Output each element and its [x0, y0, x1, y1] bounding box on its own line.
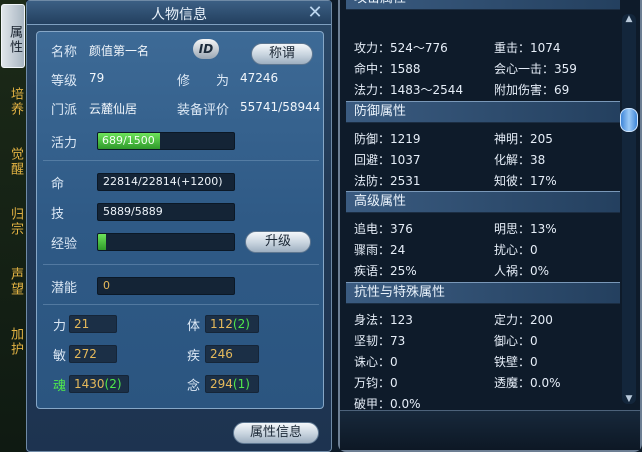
stat-value: 294(1): [205, 375, 259, 393]
stat-value: 1430(2): [69, 375, 129, 393]
divider: [43, 304, 319, 305]
divider: [43, 264, 319, 265]
attr-row: 回避：1037 化解：38: [354, 153, 546, 167]
vitality-value: 689/1500: [102, 134, 155, 147]
potential-value: 0: [97, 277, 235, 295]
skill-label: 技: [51, 207, 65, 222]
attr-row: 疾语：25% 人祸：0%: [354, 264, 550, 278]
life-value: 22814/22814(+1200): [97, 173, 235, 191]
stat-label: 力: [53, 319, 67, 334]
attribute-detail-panel: 攻击属性 攻力：524～776重击：1074 命中：1588会心一击：359 法…: [338, 0, 642, 452]
stat-value: 272: [69, 345, 117, 363]
equip-rating-label: 装备评价: [177, 103, 230, 118]
name-value: 颜值第一名: [89, 44, 150, 58]
vitality-label: 活力: [51, 136, 78, 151]
advanced-section-header: 高级属性: [346, 191, 620, 213]
stat-value: 112(2): [205, 315, 259, 333]
level-label: 等级: [51, 74, 78, 89]
attr-row: 坚韧：73 御心：0: [354, 334, 538, 348]
exp-bar: [97, 233, 235, 251]
attr-row: 破甲：0.0%: [354, 397, 421, 410]
upgrade-button[interactable]: 升级: [245, 231, 311, 253]
exp-bar-fill: [98, 234, 107, 250]
stat-label: 念: [187, 379, 201, 394]
equip-rating-value: 55741/58944: [240, 100, 321, 114]
attribute-list: 攻击属性 攻力：524～776重击：1074 命中：1588会心一击：359 法…: [346, 0, 620, 410]
title-button[interactable]: 称谓: [251, 43, 313, 65]
attribute-info-button[interactable]: 属性信息: [233, 422, 319, 444]
skill-value: 5889/5889: [97, 203, 235, 221]
scroll-up-icon[interactable]: ▲: [622, 14, 636, 24]
attr-row: 攻力：524～776 重击：1074: [354, 41, 561, 55]
title-bar: 人物信息 ✕: [27, 1, 331, 25]
level-value: 79: [89, 71, 105, 85]
attr-row: 万钧：0 透魔：0.0%: [354, 376, 561, 390]
attr-row: 法力：1483～2544 附加伤害：69: [354, 83, 570, 97]
tab-attributes[interactable]: 属性: [1, 4, 25, 68]
stat-label: 疾: [187, 349, 201, 364]
attr-row: 骤雨：24 扰心：0: [354, 243, 538, 257]
life-label: 命: [51, 177, 65, 192]
tab-protection[interactable]: 加护: [1, 318, 25, 366]
resistance-section-header: 抗性与特殊属性: [346, 282, 620, 304]
attr-row: 追电：376 明思：13%: [354, 222, 557, 236]
tab-awaken[interactable]: 觉醒: [1, 138, 25, 186]
stat-value: 21: [69, 315, 117, 333]
stat-label: 魂: [53, 379, 67, 394]
panel-title: 人物信息: [151, 7, 207, 23]
potential-label: 潜能: [51, 281, 78, 296]
attack-section-header: 攻击属性: [346, 0, 620, 10]
character-stats-box: 名称 颜值第一名 ID 称谓 等级 79 修 为 47246 门派 云麓仙居 装…: [36, 31, 324, 409]
panel-footer: [340, 410, 640, 450]
sect-label: 门派: [51, 103, 78, 118]
cultivation-label: 修 为: [177, 74, 230, 89]
vitality-bar: 689/1500: [97, 132, 235, 150]
sect-value: 云麓仙居: [89, 102, 138, 116]
stat-label: 敏: [53, 349, 67, 364]
divider: [43, 160, 319, 161]
attr-row: 诛心：0 铁壁：0: [354, 355, 538, 369]
attr-row: 身法：123 定力：200: [354, 313, 553, 327]
stat-value: 246: [205, 345, 259, 363]
tab-reputation[interactable]: 声望: [1, 258, 25, 306]
defense-section-header: 防御属性: [346, 101, 620, 123]
scroll-down-icon[interactable]: ▼: [622, 394, 636, 404]
attr-row: 法防：2531 知彼：17%: [354, 174, 557, 188]
character-info-panel: 人物信息 ✕ 名称 颜值第一名 ID 称谓 等级 79 修 为 47246 门派…: [26, 0, 332, 452]
scroll-thumb[interactable]: [620, 108, 638, 132]
attr-row: 命中：1588 会心一击：359: [354, 62, 577, 76]
side-tab-bar: 属性 培养 觉醒 归宗 声望 加护: [0, 0, 26, 452]
tab-return-sect[interactable]: 归宗: [1, 198, 25, 246]
attribute-scrollbar[interactable]: ▲ ▼: [620, 14, 638, 404]
stat-label: 体: [187, 319, 201, 334]
name-label: 名称: [51, 45, 78, 60]
close-button[interactable]: ✕: [305, 3, 325, 23]
exp-label: 经验: [51, 237, 78, 252]
attr-row: 防御：1219 神明：205: [354, 132, 553, 146]
tab-cultivate[interactable]: 培养: [1, 78, 25, 126]
cultivation-value: 47246: [240, 71, 279, 85]
id-badge-icon[interactable]: ID: [193, 39, 219, 59]
